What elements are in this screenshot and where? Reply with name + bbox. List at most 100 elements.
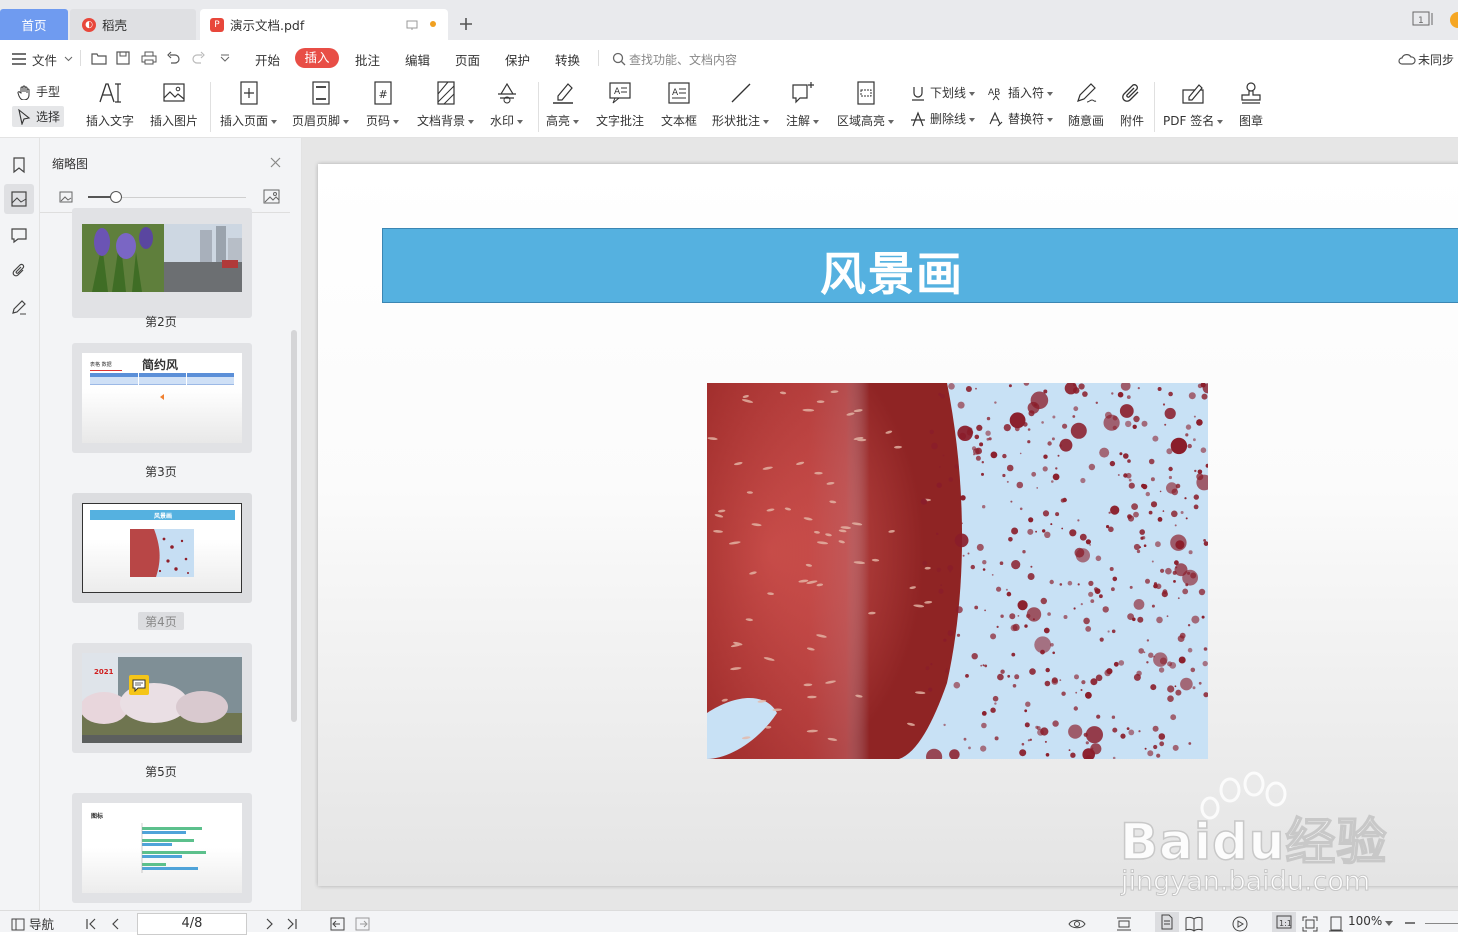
actual-size-button[interactable]: 1:1 xyxy=(1272,912,1296,932)
select-tool-button[interactable]: 选择 xyxy=(12,106,65,127)
zoom-out-icon[interactable] xyxy=(1403,916,1417,930)
new-tab-plus-icon[interactable] xyxy=(459,17,473,31)
pen-icon xyxy=(1077,83,1097,103)
previous-page-icon[interactable] xyxy=(109,917,123,931)
last-page-icon[interactable] xyxy=(285,917,299,931)
undo-icon[interactable] xyxy=(166,51,180,65)
search-input[interactable]: 查找功能、文档内容 xyxy=(629,51,737,68)
sync-status[interactable]: 未同步 xyxy=(1418,51,1454,68)
watermark-icon xyxy=(497,82,516,104)
open-folder-icon[interactable] xyxy=(91,51,107,65)
menu-file[interactable]: 文件 xyxy=(32,50,57,69)
freehand-label: 随意画 xyxy=(1068,114,1105,128)
comment-marker[interactable] xyxy=(129,675,149,695)
page-4-mini-title: 风景画 xyxy=(153,513,172,520)
quick-access-dropdown-icon[interactable] xyxy=(220,54,230,62)
insert-page-button[interactable]: 插入页面 xyxy=(220,80,277,129)
page-3-mini-title: 简约风 xyxy=(142,358,179,372)
thumbnail-page-2[interactable] xyxy=(72,208,252,318)
monitor-icon[interactable] xyxy=(406,19,418,31)
thumbnail-page-3-preview: 简约风 表格 数据 xyxy=(82,353,242,443)
navigation-toggle[interactable]: 导航 xyxy=(10,914,54,933)
close-icon[interactable] xyxy=(270,157,281,168)
highlighter-icon xyxy=(552,83,573,104)
insert-image-icon xyxy=(163,83,185,102)
menu-start[interactable]: 开始 xyxy=(255,50,280,69)
underline-button[interactable]: 下划线 xyxy=(910,84,975,101)
forward-icon[interactable] xyxy=(355,917,370,931)
divider xyxy=(538,82,539,132)
area-highlight-button[interactable]: 区域高亮 xyxy=(837,80,894,129)
replace-mark-button[interactable]: 替换符 xyxy=(988,110,1053,127)
zoom-page-icon xyxy=(1329,916,1343,932)
next-page-icon[interactable] xyxy=(262,917,276,931)
insert-text-button[interactable]: 插入文字 xyxy=(86,80,134,129)
fit-width-icon[interactable] xyxy=(1115,916,1133,932)
shape-comment-button[interactable]: 形状批注 xyxy=(712,80,769,129)
header-footer-button[interactable]: 页眉页脚 xyxy=(292,80,349,129)
zoom-level[interactable]: 100% xyxy=(1348,914,1382,928)
menu-protect[interactable]: 保护 xyxy=(505,50,530,69)
strikethrough-button[interactable]: 删除线 xyxy=(910,110,975,127)
large-thumbnail-icon[interactable] xyxy=(263,189,280,204)
unsaved-dot-icon xyxy=(430,21,436,27)
insert-page-label: 插入页面 xyxy=(220,112,277,129)
attachment-panel-button[interactable] xyxy=(4,256,34,286)
play-icon[interactable] xyxy=(1231,916,1249,932)
thumbnail-page-3[interactable]: 简约风 表格 数据 xyxy=(72,343,252,453)
insert-mark-button[interactable]: AB 插入符 xyxy=(988,84,1053,101)
page-3-table-divider xyxy=(186,373,187,385)
thumbnail-size-slider-handle[interactable] xyxy=(110,191,122,203)
chevron-down-icon[interactable] xyxy=(64,56,73,62)
pdf-sign-button[interactable]: PDF 签名 xyxy=(1163,80,1223,129)
print-icon[interactable] xyxy=(141,51,157,65)
watermark-button[interactable]: 水印 xyxy=(490,80,523,129)
attachment-button[interactable]: 附件 xyxy=(1119,80,1145,129)
zoom-dropdown-icon[interactable] xyxy=(1385,921,1393,927)
menu-comment[interactable]: 批注 xyxy=(355,50,380,69)
single-page-view-button[interactable] xyxy=(1155,912,1179,932)
fit-page-icon[interactable] xyxy=(1302,916,1318,932)
tab-daoke[interactable]: ◐ 稻壳 xyxy=(70,9,196,40)
page-6-mini-bar-chart xyxy=(141,823,206,873)
annotation-button[interactable]: 注解 xyxy=(786,80,819,129)
header-footer-icon xyxy=(311,81,330,105)
tab-document[interactable]: P 演示文档.pdf xyxy=(200,9,448,40)
thumbnail-page-4[interactable]: 风景画 xyxy=(72,493,252,603)
menu-page[interactable]: 页面 xyxy=(455,50,480,69)
tab-home[interactable]: 首页 xyxy=(0,9,68,40)
thumbnail-scrollbar[interactable] xyxy=(291,330,297,722)
menu-edit[interactable]: 编辑 xyxy=(405,50,430,69)
menu-insert[interactable]: 插入 xyxy=(295,48,339,68)
bookmark-panel-button[interactable] xyxy=(4,150,34,180)
thumbnail-panel-button[interactable] xyxy=(4,184,34,214)
stamp-button[interactable]: 图章 xyxy=(1238,80,1264,129)
svg-text:A: A xyxy=(672,88,679,98)
user-avatar[interactable] xyxy=(1450,12,1458,28)
document-background-button[interactable]: 文档背景 xyxy=(417,80,474,129)
signature-panel-button[interactable] xyxy=(4,292,34,322)
menu-convert[interactable]: 转换 xyxy=(555,50,580,69)
comment-panel-button[interactable] xyxy=(4,220,34,250)
hand-tool-button[interactable]: 手型 xyxy=(16,83,60,100)
text-comment-button[interactable]: A 文字批注 xyxy=(596,80,644,129)
zoom-slider-track[interactable] xyxy=(1425,923,1458,924)
insert-image-button[interactable]: 插入图片 xyxy=(150,80,198,129)
thumbnail-page-5[interactable]: 2021 xyxy=(72,643,252,753)
document-view[interactable]: 风景画 xyxy=(302,138,1458,910)
window-layout-icon[interactable]: 1 xyxy=(1412,11,1434,27)
thumbnail-page-6[interactable]: 图标 xyxy=(72,793,252,903)
page-number-button[interactable]: # 页码 xyxy=(366,80,399,129)
small-thumbnail-icon[interactable] xyxy=(59,191,73,203)
pdf-file-icon: P xyxy=(210,17,224,32)
save-icon[interactable] xyxy=(116,51,130,65)
eye-protection-icon[interactable] xyxy=(1068,916,1086,932)
first-page-icon[interactable] xyxy=(84,917,98,931)
redo-icon[interactable] xyxy=(192,51,206,65)
back-icon[interactable] xyxy=(330,917,345,931)
text-box-button[interactable]: A 文本框 xyxy=(661,80,697,129)
freehand-button[interactable]: 随意画 xyxy=(1068,80,1104,129)
double-page-icon[interactable] xyxy=(1185,916,1203,932)
highlight-button[interactable]: 高亮 xyxy=(546,80,579,129)
cloud-sync-icon[interactable] xyxy=(1398,52,1416,66)
